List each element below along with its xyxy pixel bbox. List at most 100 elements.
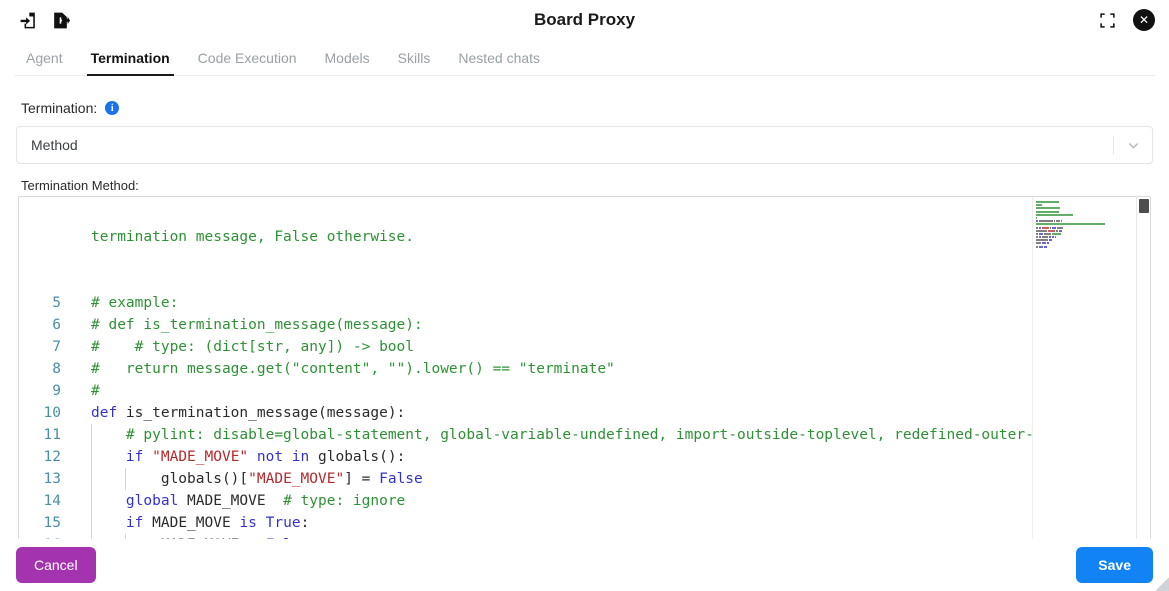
import-file-icon[interactable]: [16, 8, 40, 32]
dialog-footer: Cancel Save: [0, 539, 1169, 591]
fullscreen-icon[interactable]: [1095, 8, 1119, 32]
code-token: True: [265, 515, 301, 531]
tab-code-execution[interactable]: Code Execution: [184, 44, 311, 76]
code-token: (: [317, 405, 327, 421]
minimap-token: [1042, 236, 1048, 239]
minimap-token: [1036, 242, 1041, 245]
minimap-token: [1054, 220, 1055, 223]
code-line-text: globals()["MADE_MOVE"] = False: [73, 468, 1136, 490]
code-token: is: [239, 515, 266, 531]
tab-agent[interactable]: Agent: [12, 44, 77, 76]
minimap-token: [1036, 216, 1037, 219]
code-token: :: [300, 515, 310, 531]
minimap-token: [1036, 213, 1073, 216]
code-editor-viewport: termination message, False otherwise. 5 #…: [19, 197, 1136, 543]
termination-label: Termination:: [21, 100, 98, 116]
minimap-token: [1052, 226, 1056, 229]
minimap-token: [1049, 239, 1052, 242]
chevron-down-icon[interactable]: [1114, 138, 1152, 153]
save-button[interactable]: Save: [1076, 547, 1153, 583]
minimap-token: [1044, 232, 1051, 235]
minimap-token: [1061, 220, 1062, 223]
code-token: # pylint: disable=global-statement, glob…: [91, 427, 1069, 443]
minimap-token: [1036, 239, 1048, 242]
code-line: 15 if MADE_MOVE is True:: [19, 512, 1136, 534]
minimap-line: [1036, 229, 1133, 232]
code-line-text: # pylint: disable=global-statement, glob…: [73, 424, 1136, 446]
line-number: [19, 226, 73, 248]
code-line: 13 globals()["MADE_MOVE"] = False: [19, 468, 1136, 490]
minimap-line: [1036, 210, 1133, 213]
code-line: 9 #: [19, 380, 1136, 402]
close-icon[interactable]: ✕: [1133, 9, 1155, 31]
minimap-token: [1036, 201, 1059, 203]
tab-skills[interactable]: Skills: [384, 44, 445, 76]
minimap-line: [1036, 213, 1133, 216]
code-token: # type: ignore: [283, 493, 406, 509]
code-token: "MADE_MOVE": [248, 471, 345, 487]
code-line-text: # example:: [73, 292, 1136, 314]
code-line-partial: termination message, False otherwise.: [19, 226, 1136, 248]
code-line-text: def is_termination_message(message):: [73, 402, 1136, 424]
code-line: 12 if "MADE_MOVE" not in globals():: [19, 446, 1136, 468]
header-window-controls: ✕: [1095, 0, 1155, 40]
minimap-token: [1056, 229, 1058, 232]
resize-handle[interactable]: [1155, 577, 1169, 591]
code-line-text: if "MADE_MOVE" not in globals():: [73, 446, 1136, 468]
termination-label-row: Termination: i: [16, 100, 1153, 116]
code-token: #: [91, 383, 100, 399]
minimap-line: [1036, 226, 1133, 229]
minimap-line: [1036, 245, 1133, 248]
line-number: 12: [43, 449, 61, 465]
cancel-button[interactable]: Cancel: [16, 547, 96, 583]
minimap-token: [1039, 245, 1043, 248]
minimap-token: [1039, 226, 1041, 229]
minimap-line: [1036, 220, 1133, 223]
code-lines[interactable]: termination message, False otherwise. 5 #…: [19, 197, 1136, 543]
tab-models[interactable]: Models: [311, 44, 384, 76]
code-token: # example:: [91, 295, 179, 311]
code-token: ):: [387, 405, 406, 421]
minimap-token: [1039, 236, 1041, 239]
line-number: 5: [52, 295, 61, 311]
code-token: message: [326, 405, 388, 421]
termination-method-select[interactable]: Method: [16, 126, 1153, 164]
code-token: if: [125, 449, 153, 465]
minimap-token: [1049, 236, 1051, 239]
minimap-token: [1050, 226, 1051, 229]
tab-nested-chats[interactable]: Nested chats: [444, 44, 554, 76]
code-line: 8 # return message.get("content", "").low…: [19, 358, 1136, 380]
editor-scrollbar-thumb[interactable]: [1139, 199, 1149, 213]
code-line: 11 # pylint: disable=global-statement, g…: [19, 424, 1136, 446]
tab-termination[interactable]: Termination: [77, 44, 184, 76]
code-line: 5 # example:: [19, 292, 1136, 314]
code-editor[interactable]: termination message, False otherwise. 5 #…: [18, 196, 1151, 544]
termination-method-select-value: Method: [31, 137, 78, 153]
minimap-line: [1036, 207, 1133, 210]
minimap-line: [1036, 201, 1133, 203]
code-line: 10 def is_termination_message(message):: [19, 402, 1136, 424]
line-number: 10: [43, 405, 61, 421]
code-line-text: # def is_termination_message(message):: [73, 314, 1136, 336]
export-file-icon[interactable]: [48, 8, 72, 32]
termination-method-label: Termination Method:: [21, 178, 139, 193]
dialog-title: Board Proxy: [533, 10, 636, 29]
dialog-header: Board Proxy ✕: [0, 0, 1169, 40]
editor-vertical-scrollbar[interactable]: [1136, 197, 1150, 543]
info-icon[interactable]: i: [105, 101, 120, 115]
minimap-token: [1036, 236, 1038, 239]
code-line-text: #: [73, 380, 1136, 402]
code-token: globals()[: [91, 471, 249, 487]
minimap-token: [1052, 236, 1054, 239]
minimap-token: [1039, 232, 1043, 235]
code-token: not in: [256, 449, 318, 465]
minimap-line: [1036, 232, 1133, 235]
dialog-body: Termination: i Method Termination Method…: [0, 100, 1169, 544]
code-token: # def is_termination_message(message):: [91, 317, 423, 333]
code-minimap[interactable]: [1032, 197, 1136, 543]
minimap-token: [1036, 232, 1038, 235]
